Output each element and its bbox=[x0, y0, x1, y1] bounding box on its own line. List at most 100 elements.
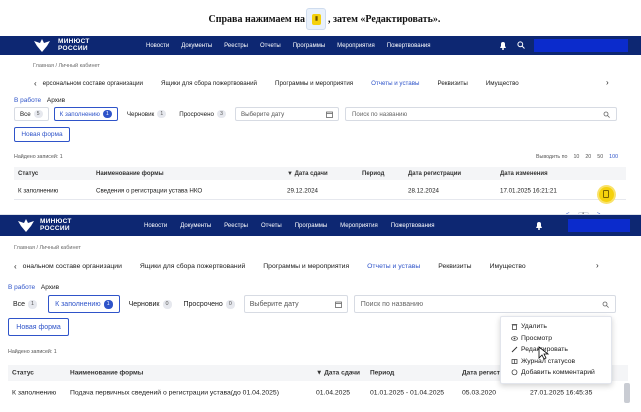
col-due-date[interactable]: ▼ Дата сдачи bbox=[316, 370, 360, 377]
nav-item-documents[interactable]: Документы bbox=[181, 43, 212, 49]
nav-item-registries[interactable]: Реестры bbox=[224, 223, 248, 229]
chevron-left-icon[interactable]: ‹ bbox=[34, 79, 37, 88]
row-context-menu: Удалить Просмотр Редактировать Журнал ст… bbox=[500, 316, 612, 384]
row-actions-icon[interactable] bbox=[599, 187, 614, 202]
tab-reports-charters[interactable]: Отчеты и уставы bbox=[367, 263, 420, 270]
nav-item-programs[interactable]: Программы bbox=[295, 223, 327, 229]
tab-personnel[interactable]: ерсональном составе организации bbox=[43, 80, 143, 87]
edit-doc-icon: ▮ bbox=[306, 8, 326, 30]
col-period: Период bbox=[370, 369, 395, 377]
bell-icon[interactable] bbox=[499, 41, 507, 50]
per-page-10[interactable]: 10 bbox=[573, 154, 579, 160]
main-nav: Новости Документы Реестры Отчеты Програм… bbox=[146, 36, 443, 55]
tab-reports-charters[interactable]: Отчеты и уставы bbox=[371, 80, 419, 87]
search-icon[interactable] bbox=[517, 41, 525, 49]
calendar-icon bbox=[326, 111, 333, 118]
nav-item-events[interactable]: Мероприятия bbox=[337, 43, 375, 49]
nav-item-documents[interactable]: Документы bbox=[180, 223, 211, 229]
menu-item-delete[interactable]: Удалить bbox=[501, 321, 611, 333]
menu-item-view[interactable]: Просмотр bbox=[501, 333, 611, 345]
section-tabs: ‹ ерсональном составе организации Ящики … bbox=[34, 79, 519, 88]
col-due-date[interactable]: ▼ Дата сдачи bbox=[287, 171, 328, 177]
date-placeholder: Выберите дату bbox=[249, 300, 299, 308]
screenshot-before: МИНЮСТ РОССИИ Новости Документы Реестры … bbox=[0, 36, 641, 214]
filter-all[interactable]: Все 5 bbox=[14, 107, 49, 121]
menu-item-edit[interactable]: Редактировать bbox=[501, 344, 611, 356]
magnifier-icon bbox=[602, 301, 609, 308]
top-navigation-bar: МИНЮСТ РОССИИ Новости Документы Реестры … bbox=[0, 215, 641, 236]
filter-draft[interactable]: Черновик 0 bbox=[126, 295, 175, 313]
table-row[interactable]: К заполнению Подача первичных сведений о… bbox=[8, 383, 628, 403]
filter-overdue[interactable]: Просрочено 0 bbox=[181, 295, 238, 313]
nav-item-reports[interactable]: Отчеты bbox=[261, 223, 282, 229]
chevron-right-icon[interactable]: › bbox=[606, 78, 609, 87]
work-archive-switch: В работе Архив bbox=[8, 284, 59, 291]
archive-link[interactable]: Архив bbox=[47, 97, 65, 104]
tab-property[interactable]: Имущество bbox=[490, 263, 526, 270]
menu-item-add-comment[interactable]: Добавить комментарий bbox=[501, 367, 611, 379]
tab-requisites[interactable]: Реквизиты bbox=[437, 80, 467, 87]
col-registration-date: Дата регистрации bbox=[408, 170, 462, 177]
search-by-name-input[interactable]: Поиск по названию bbox=[344, 107, 617, 121]
tab-requisites[interactable]: Реквизиты bbox=[438, 263, 471, 270]
new-form-button[interactable]: Новая форма bbox=[8, 318, 69, 336]
tab-programs[interactable]: Программы и мероприятия bbox=[263, 263, 349, 270]
date-picker-input[interactable]: Выберите дату bbox=[243, 295, 348, 313]
nav-item-reports[interactable]: Отчеты bbox=[260, 43, 281, 49]
col-status: Статус bbox=[18, 170, 39, 177]
row-period: 01.01.2025 - 01.04.2025 bbox=[370, 389, 445, 397]
per-page-20[interactable]: 20 bbox=[585, 154, 591, 160]
row-due-date: 29.12.2024 bbox=[287, 187, 318, 194]
nav-item-donations[interactable]: Пожертвования bbox=[391, 223, 435, 229]
filter-label: К заполнению bbox=[55, 300, 101, 308]
pencil-icon bbox=[511, 346, 518, 353]
chevron-left-icon[interactable]: ‹ bbox=[14, 262, 17, 271]
nav-item-news[interactable]: Новости bbox=[144, 223, 167, 229]
eye-icon bbox=[511, 336, 518, 341]
tab-donation-boxes[interactable]: Ящики для сбора пожертвований bbox=[140, 263, 245, 270]
filter-label: Просрочено bbox=[183, 300, 223, 308]
filter-label: Черновик bbox=[126, 110, 155, 118]
tab-personnel[interactable]: ональном составе организации bbox=[23, 263, 122, 270]
filter-overdue[interactable]: Просрочено 3 bbox=[175, 107, 230, 121]
bell-icon[interactable] bbox=[535, 221, 543, 230]
records-found: Найдено записей: 1 bbox=[8, 349, 57, 355]
archive-link[interactable]: Архив bbox=[41, 284, 59, 291]
user-account-button[interactable] bbox=[568, 219, 630, 232]
nav-item-events[interactable]: Мероприятия bbox=[340, 223, 378, 229]
logo-line2: РОССИИ bbox=[40, 225, 70, 232]
chevron-right-icon[interactable]: › bbox=[596, 261, 599, 270]
filter-to-fill[interactable]: К заполнению 1 bbox=[48, 295, 120, 313]
new-form-button[interactable]: Новая форма bbox=[14, 127, 70, 142]
table-row[interactable]: К заполнению Сведения о регистрации уста… bbox=[14, 182, 626, 200]
magnifier-icon bbox=[603, 111, 610, 118]
menu-label: Удалить bbox=[521, 323, 547, 331]
row-change-date: 27.01.2025 16:45:35 bbox=[530, 389, 593, 397]
search-by-name-input[interactable]: Поиск по названию bbox=[353, 295, 616, 313]
filter-all[interactable]: Все 1 bbox=[8, 295, 42, 313]
tab-property[interactable]: Имущество bbox=[486, 80, 519, 87]
per-page-100[interactable]: 100 bbox=[609, 154, 618, 160]
row-form-name: Подача первичных сведений о регистрации … bbox=[70, 389, 279, 397]
tab-programs[interactable]: Программы и мероприятия bbox=[275, 80, 353, 87]
in-work-link[interactable]: В работе bbox=[8, 284, 35, 291]
date-picker-input[interactable]: Выберите дату bbox=[234, 107, 339, 121]
menu-item-status-log[interactable]: Журнал статусов bbox=[501, 356, 611, 368]
nav-item-registries[interactable]: Реестры bbox=[224, 43, 248, 49]
filter-count: 5 bbox=[33, 110, 43, 118]
scrollbar[interactable] bbox=[624, 383, 630, 403]
col-form-name: Наименование формы bbox=[70, 369, 144, 377]
nav-item-donations[interactable]: Пожертвования bbox=[387, 43, 431, 49]
in-work-link[interactable]: В работе bbox=[14, 97, 41, 104]
eagle-emblem-icon bbox=[34, 39, 50, 52]
tab-donation-boxes[interactable]: Ящики для сбора пожертвований bbox=[161, 80, 257, 87]
per-page-50[interactable]: 50 bbox=[597, 154, 603, 160]
screenshot-after: МИНЮСТ РОССИИ Новости Документы Реестры … bbox=[0, 214, 641, 412]
search-placeholder: Поиск по названию bbox=[360, 300, 424, 308]
row-status: К заполнению bbox=[18, 187, 59, 194]
nav-item-programs[interactable]: Программы bbox=[293, 43, 325, 49]
filter-draft[interactable]: Черновик 1 bbox=[123, 107, 170, 121]
nav-item-news[interactable]: Новости bbox=[146, 43, 169, 49]
filter-to-fill[interactable]: К заполнению 1 bbox=[53, 107, 118, 121]
user-account-button[interactable] bbox=[534, 39, 628, 52]
